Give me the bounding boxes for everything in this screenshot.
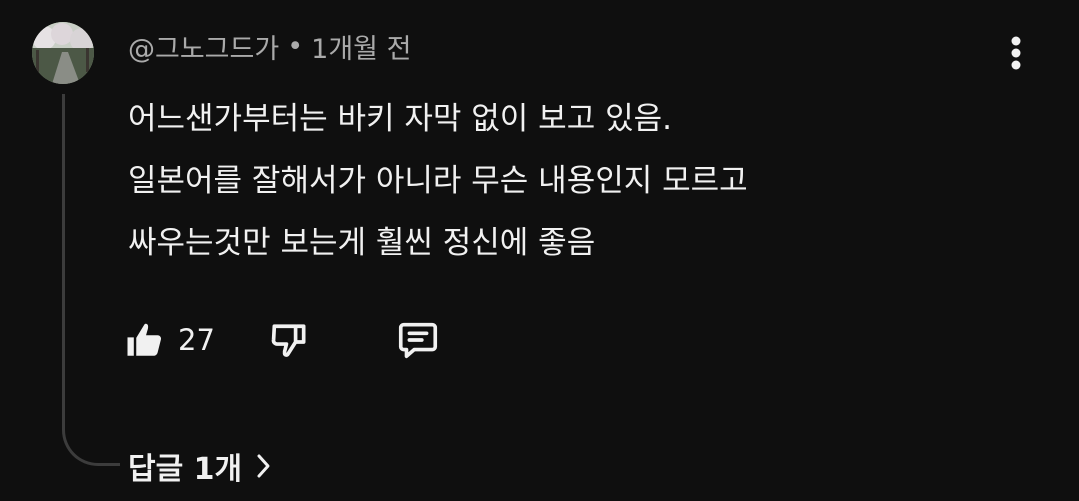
view-replies-button[interactable]: 답글 1개 [128, 442, 272, 490]
reply-button[interactable] [395, 317, 441, 363]
avatar-image [32, 22, 94, 84]
reply-thread-line [62, 94, 120, 466]
chevron-right-icon [256, 453, 272, 479]
thumbs-up-icon [124, 319, 166, 361]
avatar[interactable] [32, 22, 94, 84]
more-vertical-icon [1011, 36, 1021, 70]
comment-line: 싸우는것만 보는게 훨씬 정신에 좋음 [128, 225, 596, 261]
comment-timestamp[interactable]: 1개월 전 [311, 27, 411, 66]
comment-actions: 27 [124, 316, 441, 364]
replies-label: 답글 1개 [128, 452, 243, 487]
header-separator: • [287, 30, 304, 62]
comment-line: 일본어를 잘해서가 아니라 무슨 내용인지 모르고 [128, 163, 748, 199]
comment-line: 어느샌가부터는 바키 자막 없이 보고 있음. [128, 101, 672, 137]
comment-header: @그노그드가 • 1개월 전 [128, 26, 411, 66]
author-name[interactable]: @그노그드가 [128, 27, 279, 66]
like-button[interactable]: 27 [124, 319, 215, 361]
comment-icon [398, 322, 437, 359]
thumbs-down-icon [271, 324, 306, 357]
dislike-button[interactable] [267, 318, 311, 362]
like-count: 27 [178, 323, 215, 357]
comment-text: 어느샌가부터는 바키 자막 없이 보고 있음. 일본어를 잘해서가 아니라 무슨… [128, 88, 1028, 274]
more-options-button[interactable] [996, 30, 1036, 76]
